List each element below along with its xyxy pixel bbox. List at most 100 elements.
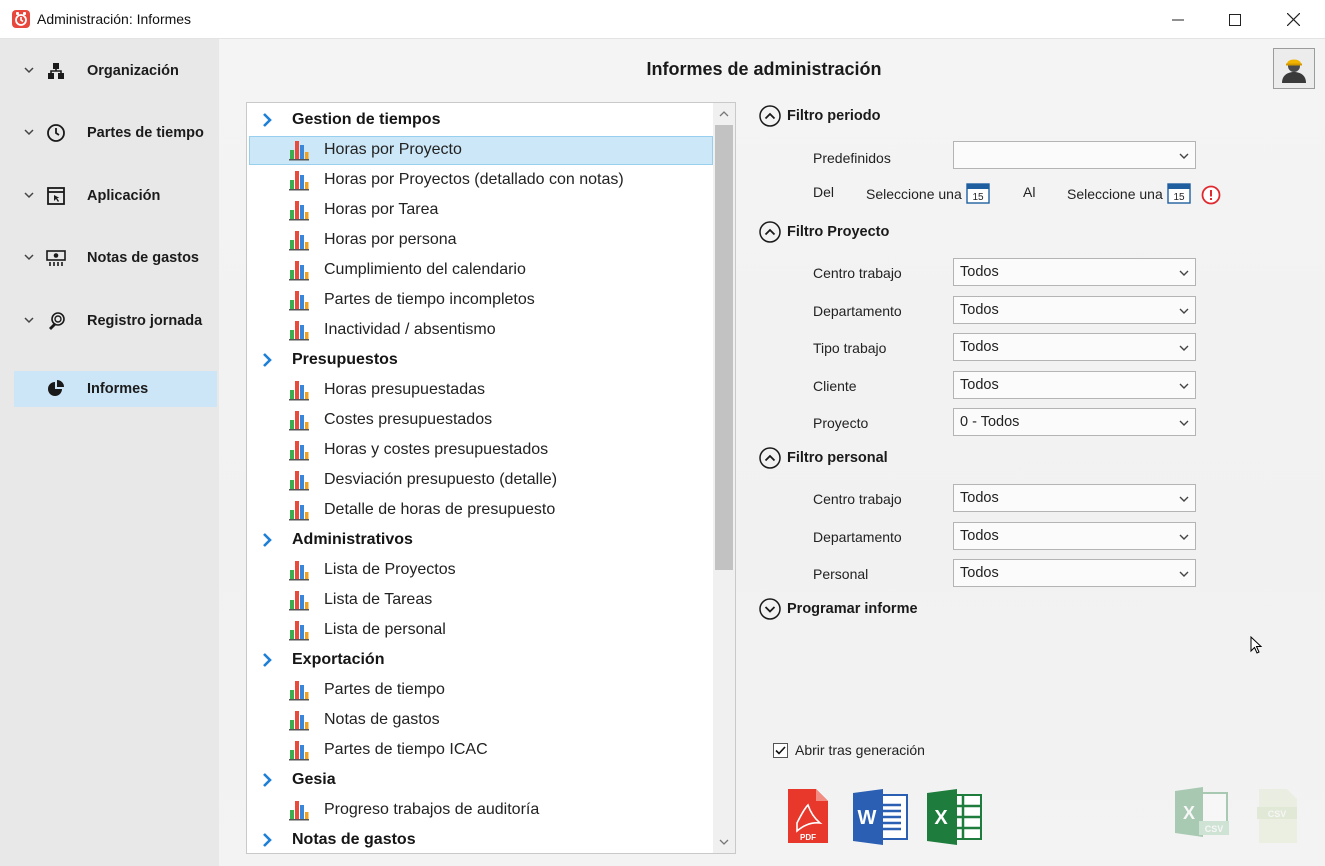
del-calendar-button[interactable]: 15 [966,182,990,204]
minimize-button[interactable] [1149,0,1207,39]
window-title: Administración: Informes [37,11,192,27]
chevron-down-icon [24,129,34,136]
filter-select[interactable]: Todos [953,295,1196,324]
sidebar-item-label: Partes de tiempo [87,125,204,141]
chevron-up-icon [719,111,729,117]
window-cursor-icon [47,187,65,205]
chevron-right-icon[interactable] [261,112,273,128]
filtro-personal-header[interactable]: Filtro personal [759,446,888,470]
sidebar-item-informes[interactable]: Informes [14,371,217,407]
bar-chart-icon [289,621,309,641]
tree-report-item[interactable]: Notas de gastos [247,705,713,735]
tree-report-label: Lista de personal [324,621,446,638]
export-csv-button[interactable]: CSV [1253,787,1311,847]
al-calendar-button[interactable]: 15 [1167,182,1191,204]
filter-field-label: Proyecto [813,415,869,431]
tree-report-item[interactable]: Partes de tiempo incompletos [247,285,713,315]
al-date-input[interactable]: Seleccione una [1067,186,1163,202]
filter-select[interactable]: Todos [953,258,1196,286]
tree-category[interactable]: Notas de gastos [247,825,713,853]
csv-text: CSV [1268,809,1287,819]
abrir-tras-generacion-option[interactable]: Abrir tras generación [773,742,925,758]
tree-report-item[interactable]: Inactividad / absentismo [247,315,713,345]
page-title: Informes de administración [646,59,882,79]
tree-report-item[interactable]: Lista de personal [247,615,713,645]
bar-chart-icon [289,741,309,761]
checkmark-icon [775,745,786,755]
tree-report-item[interactable]: Cumplimiento del calendario [247,255,713,285]
worker-avatar-icon [1282,59,1306,83]
filter-select[interactable]: Todos [953,559,1196,587]
filtro-periodo-header[interactable]: Filtro periodo [759,104,880,128]
filtro-proyecto-header[interactable]: Filtro Proyecto [759,220,889,244]
tree-report-item[interactable]: Partes de tiempo ICAC [247,735,713,765]
sidebar-item-organizacion[interactable]: Organización [14,53,217,89]
excel-icon: X [927,789,982,845]
close-button[interactable] [1264,0,1322,39]
tree-report-item[interactable]: Horas por Proyecto [247,135,713,165]
tree-report-item[interactable]: Horas por persona [247,225,713,255]
programar-informe-header[interactable]: Programar informe [759,597,918,621]
chevron-down-icon [24,192,34,199]
chevron-down-icon [1179,571,1189,577]
chevron-right-icon[interactable] [261,652,273,668]
predefinidos-label: Predefinidos [813,150,891,166]
export-excel-csv-button[interactable]: X CSV [1173,787,1231,847]
calendar-icon: 15 [1167,183,1191,204]
tree-report-item[interactable]: Costes presupuestados [247,405,713,435]
filter-select[interactable]: Todos [953,484,1196,512]
section-title: Filtro periodo [787,108,881,124]
tree-category[interactable]: Exportación [247,645,713,675]
filter-select[interactable]: 0 - Todos [953,408,1196,436]
del-date-input[interactable]: Seleccione una [866,186,963,202]
filter-select[interactable]: Todos [953,370,1196,399]
tree-report-item[interactable]: Partes de tiempo [247,675,713,705]
export-word-button[interactable]: W [851,787,909,847]
scroll-down-button[interactable] [713,833,735,851]
export-excel-button[interactable]: X [925,787,983,847]
chevron-right-icon[interactable] [261,352,273,368]
scroll-thumb[interactable] [715,125,733,570]
sidebar-item-label: Notas de gastos [87,250,199,266]
tree-report-item[interactable]: Lista de Proyectos [247,555,713,585]
pie-chart-icon [48,380,64,396]
tree-report-item[interactable]: Horas por Proyectos (detallado con notas… [247,165,713,195]
tree-report-item[interactable]: Horas presupuestadas [247,375,713,405]
tree-category[interactable]: Administrativos [247,525,713,555]
bar-chart-icon [289,261,309,281]
tree-report-label: Horas y costes presupuestados [324,441,549,458]
tree-report-item[interactable]: Detalle de horas de presupuesto [247,495,713,525]
scroll-up-button[interactable] [713,105,735,123]
tree-report-label: Notas de gastos [324,711,440,728]
filter-select[interactable]: Todos [953,333,1196,361]
tree-category[interactable]: Gestion de tiempos [247,105,713,135]
select-value: Todos [960,301,999,318]
selection-highlight [249,136,713,165]
filter-select[interactable]: Todos [953,521,1196,550]
excel-csv-x-text: X [1183,803,1195,823]
sidebar-item-aplicacion[interactable]: Aplicación [14,178,217,214]
sidebar-item-registro-jornada[interactable]: Registro jornada [14,303,217,339]
chevron-right-icon[interactable] [261,772,273,788]
sidebar-item-notas-de-gastos[interactable]: Notas de gastos [14,240,217,276]
tree-report-item[interactable]: Horas por Tarea [247,195,713,225]
user-button[interactable] [1273,48,1315,89]
calendar-icon: 15 [966,183,990,204]
chevron-right-icon[interactable] [261,532,273,548]
tree-category-label: Administrativos [292,531,413,548]
tree-report-item[interactable]: Horas y costes presupuestados [247,435,713,465]
tree-category[interactable]: Presupuestos [247,345,713,375]
tree-report-label: Partes de tiempo [324,681,445,698]
tree-report-item[interactable]: Progreso trabajos de auditoría [247,795,713,825]
maximize-button[interactable] [1206,0,1264,39]
tree-category[interactable]: Gesia [247,765,713,795]
tree-report-item[interactable]: Lista de Tareas [247,585,713,615]
filter-field-label: Departamento [813,302,902,319]
abrir-tras-generacion-checkbox[interactable] [773,742,788,758]
tree-report-item[interactable]: Desviación presupuesto (detalle) [247,465,713,495]
chevron-right-icon[interactable] [261,832,273,848]
tree-scrollbar[interactable] [713,103,735,853]
sidebar-item-partes-de-tiempo[interactable]: Partes de tiempo [14,115,217,151]
predefinidos-select[interactable] [953,141,1196,169]
export-pdf-button[interactable]: PDF [780,787,838,847]
